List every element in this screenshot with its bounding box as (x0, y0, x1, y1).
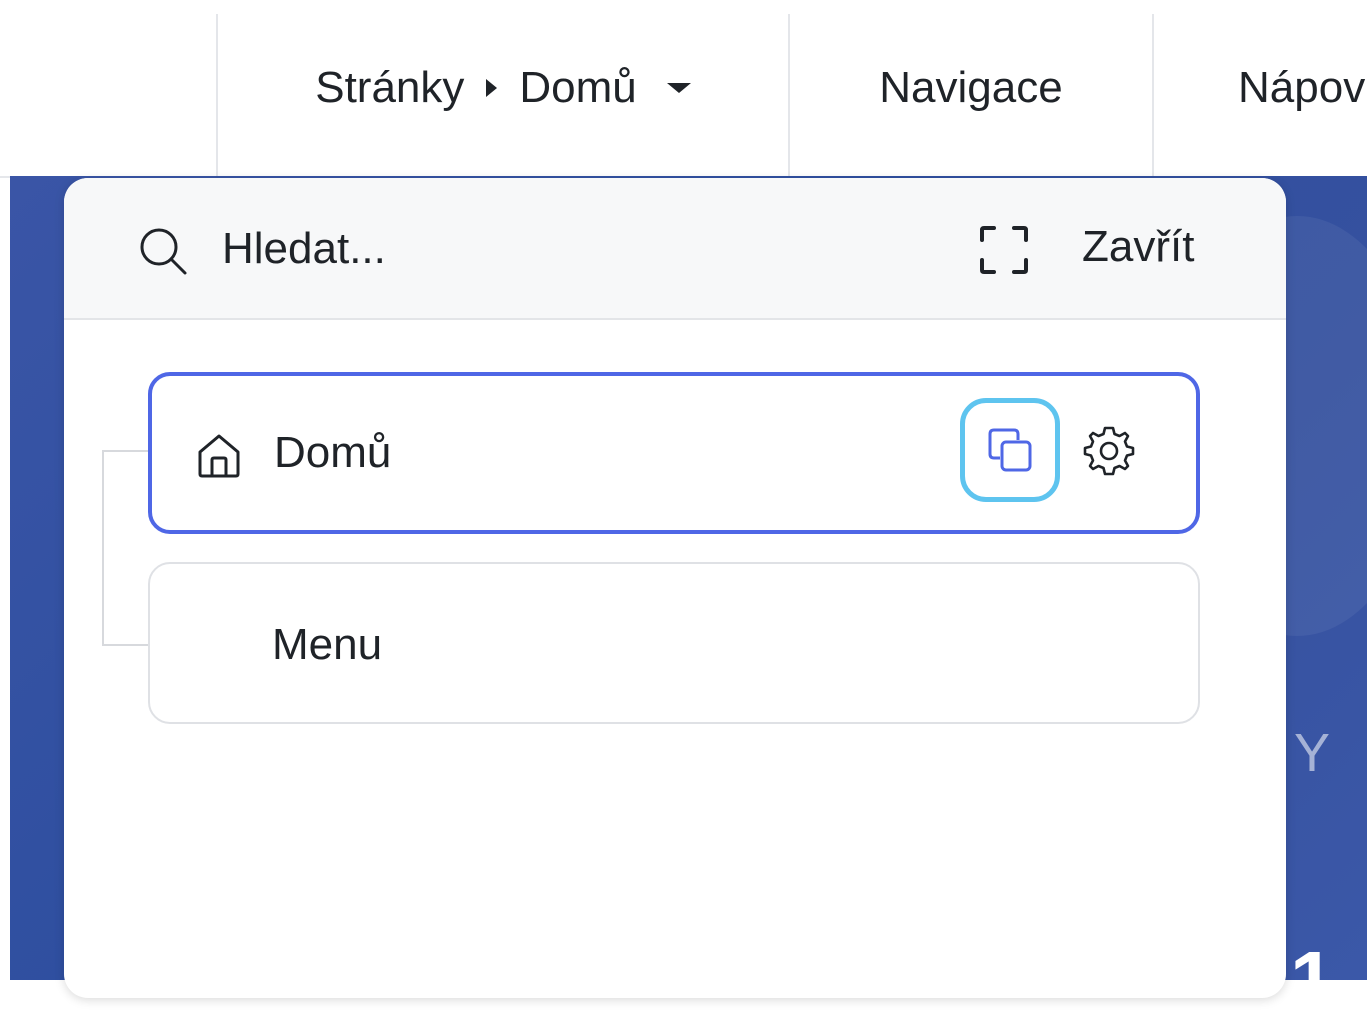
expand-icon[interactable] (978, 224, 1030, 276)
background-text: 1 (1290, 935, 1335, 1024)
breadcrumb[interactable]: Stránky Domů (218, 0, 788, 176)
nav-item-label: Domů (274, 428, 392, 477)
duplicate-button[interactable] (960, 398, 1060, 502)
breadcrumb-root[interactable]: Stránky (315, 63, 464, 113)
top-toolbar: Stránky Domů Navigace Nápov (0, 0, 1367, 178)
home-icon (198, 434, 240, 478)
tree-connector (102, 644, 150, 646)
settings-icon[interactable] (1082, 424, 1136, 478)
tab-navigation-label: Navigace (879, 63, 1063, 112)
tab-navigation[interactable]: Navigace (790, 0, 1152, 176)
search-icon (140, 228, 187, 275)
tree-connector (102, 450, 150, 452)
search-input[interactable] (222, 216, 822, 282)
panel-header: Zavřít (64, 178, 1286, 320)
toolbar-divider (1152, 14, 1154, 176)
copy-icon (988, 428, 1032, 472)
close-button[interactable]: Zavřít (1082, 222, 1194, 272)
tree-connector (102, 450, 104, 646)
navigation-panel: Zavřít Domů Menu (64, 178, 1286, 998)
chevron-down-icon[interactable] (666, 83, 691, 93)
nav-item-home[interactable]: Domů (148, 372, 1200, 534)
chevron-right-icon (486, 79, 498, 97)
nav-item-menu[interactable]: Menu (148, 562, 1200, 724)
tab-help-label: Nápov (1238, 63, 1366, 112)
background-text: Y (1294, 723, 1331, 783)
tab-help[interactable]: Nápov (1238, 0, 1365, 176)
nav-item-label: Menu (272, 620, 383, 669)
breadcrumb-current[interactable]: Domů (519, 63, 636, 113)
